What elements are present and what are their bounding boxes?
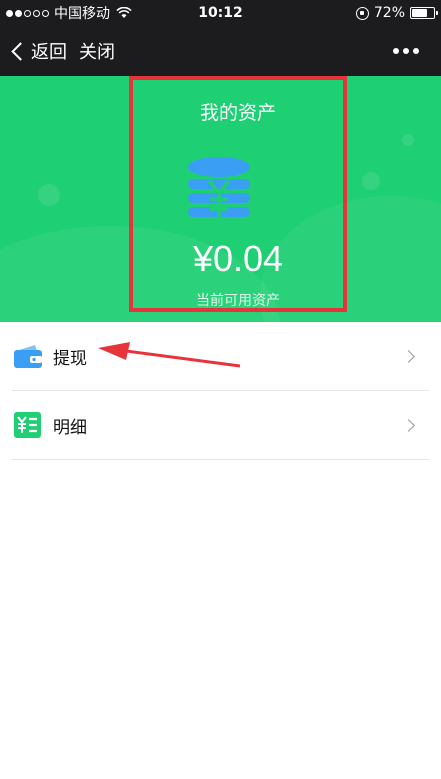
list-divider <box>12 459 429 460</box>
navigation-bar: 返回 关闭 <box>0 26 441 76</box>
coin-stack-icon <box>188 157 250 219</box>
asset-banner: 我的资产 ¥0.04 当前可用资产 <box>0 76 441 322</box>
annotation-arrow-icon <box>98 342 241 368</box>
asset-subtitle: 当前可用资产 <box>196 293 280 309</box>
back-button[interactable]: 返回 <box>8 38 67 64</box>
asset-title: 我的资产 <box>199 102 276 124</box>
carrier-name: 中国移动 <box>54 6 110 22</box>
ledger-icon <box>14 412 41 438</box>
back-label: 返回 <box>31 42 67 63</box>
battery-percentage: 72% <box>373 5 405 21</box>
chevron-right-icon <box>402 418 415 432</box>
orientation-lock-icon <box>355 6 369 20</box>
more-options-button[interactable] <box>393 40 419 62</box>
detail-label: 明细 <box>53 417 87 438</box>
battery-level <box>412 9 428 17</box>
background-bubble <box>38 184 60 206</box>
background-bubble <box>362 172 380 190</box>
close-button[interactable]: 关闭 <box>79 38 115 64</box>
battery-icon <box>410 7 438 19</box>
wifi-icon <box>116 7 132 18</box>
signal-strength-icon <box>6 9 49 17</box>
asset-highlight-box: 我的资产 ¥0.04 当前可用资产 <box>129 76 347 312</box>
status-bar: 中国移动 10:12 72% <box>0 0 441 26</box>
chevron-right-icon <box>402 349 415 363</box>
background-bubble <box>402 134 414 146</box>
withdraw-label: 提现 <box>53 348 87 369</box>
more-dot-icon <box>403 48 409 54</box>
wallet-icon <box>14 345 42 368</box>
more-dot-icon <box>393 48 399 54</box>
more-dot-icon <box>413 48 419 54</box>
chevron-left-icon <box>11 41 30 61</box>
transaction-detail-item[interactable]: 明细 <box>0 391 441 459</box>
asset-amount: ¥0.04 <box>192 238 284 279</box>
